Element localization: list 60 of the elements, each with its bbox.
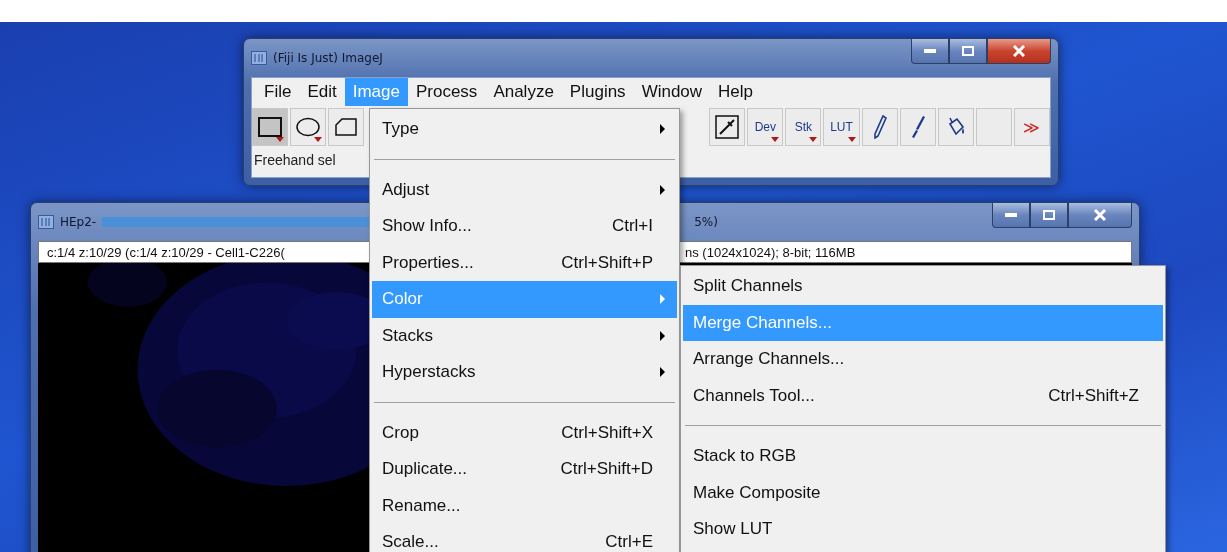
- menu-title[interactable]: Analyze: [485, 78, 562, 106]
- menu-item[interactable]: Arrange Channels...: [683, 341, 1163, 378]
- menu-item[interactable]: Split Channels: [683, 268, 1163, 305]
- menu-item[interactable]: Properties... Ctrl+Shift+P: [372, 244, 677, 281]
- eyedropper-icon: [715, 115, 740, 139]
- menu-title[interactable]: Window: [633, 78, 711, 106]
- menu-item[interactable]: Show LUT: [683, 511, 1163, 548]
- maximize-button[interactable]: [1030, 203, 1068, 228]
- close-button[interactable]: [1068, 203, 1132, 228]
- window-title: (Fiji Is Just) ImageJ: [273, 51, 383, 65]
- menu-title[interactable]: Process: [407, 78, 486, 106]
- menu-item[interactable]: Scale... Ctrl+E: [372, 524, 677, 552]
- menu-item[interactable]: Type: [372, 111, 677, 148]
- tool-button[interactable]: LUT: [823, 108, 860, 146]
- menu-title[interactable]: Edit: [299, 78, 345, 106]
- menu-item[interactable]: Adjust: [372, 171, 677, 208]
- maximize-button[interactable]: [949, 39, 987, 64]
- image-info: c:1/4 z:10/29 (c:1/4 z:10/29 - Cell1-C226(: [46, 244, 286, 260]
- polygon-icon: [334, 117, 359, 137]
- brush-icon: [909, 115, 926, 139]
- menu-title[interactable]: Plugins: [561, 78, 634, 106]
- menu-item[interactable]: Show Info... Ctrl+I: [372, 208, 677, 245]
- tool-button[interactable]: ≫: [1013, 108, 1050, 146]
- tool-button[interactable]: [328, 108, 365, 146]
- menu-item[interactable]: Channels Tool... Ctrl+Shift+Z: [683, 377, 1163, 414]
- maximize-icon: [1043, 210, 1055, 220]
- minimize-icon: [924, 49, 936, 53]
- tool-button[interactable]: [709, 108, 746, 146]
- close-icon: [1013, 45, 1025, 57]
- menu-item[interactable]: Stacks: [372, 317, 677, 354]
- tool-button[interactable]: [861, 108, 898, 146]
- app-icon: [251, 51, 267, 65]
- status-text: Freehand sel: [253, 151, 337, 170]
- maximize-icon: [962, 46, 974, 56]
- menu-title[interactable]: File: [256, 78, 300, 106]
- minimize-icon: [1005, 213, 1017, 217]
- tool-button[interactable]: [252, 108, 289, 146]
- tool-button[interactable]: Stk: [785, 108, 822, 146]
- tool-button[interactable]: [899, 108, 936, 146]
- tool-button[interactable]: [290, 108, 327, 146]
- menu-item[interactable]: Duplicate... Ctrl+Shift+D: [372, 451, 677, 488]
- menu-item[interactable]: Hyperstacks: [372, 354, 677, 391]
- menu-item[interactable]: Crop Ctrl+Shift+X: [372, 414, 677, 451]
- minimize-button[interactable]: [992, 203, 1030, 228]
- oval-icon: [296, 117, 321, 137]
- menu-item[interactable]: Make Composite: [683, 474, 1163, 511]
- menu-item[interactable]: Stack to RGB: [683, 438, 1163, 475]
- window-title: HEp2-: [60, 215, 97, 229]
- image-info: ns (1024x1024); 8-bit; 116MB: [685, 244, 857, 260]
- window-title: 5%): [694, 215, 718, 229]
- app-icon: [38, 215, 54, 229]
- pencil-icon: [872, 115, 887, 139]
- close-icon: [1094, 209, 1106, 221]
- tool-button[interactable]: [937, 108, 974, 146]
- tool-button[interactable]: Dev: [747, 108, 784, 146]
- minimize-button[interactable]: [911, 39, 949, 64]
- close-button[interactable]: [987, 39, 1051, 64]
- rectangle-icon: [258, 117, 283, 137]
- menu-title[interactable]: Help: [710, 78, 762, 106]
- menu-item[interactable]: Rename...: [372, 487, 677, 524]
